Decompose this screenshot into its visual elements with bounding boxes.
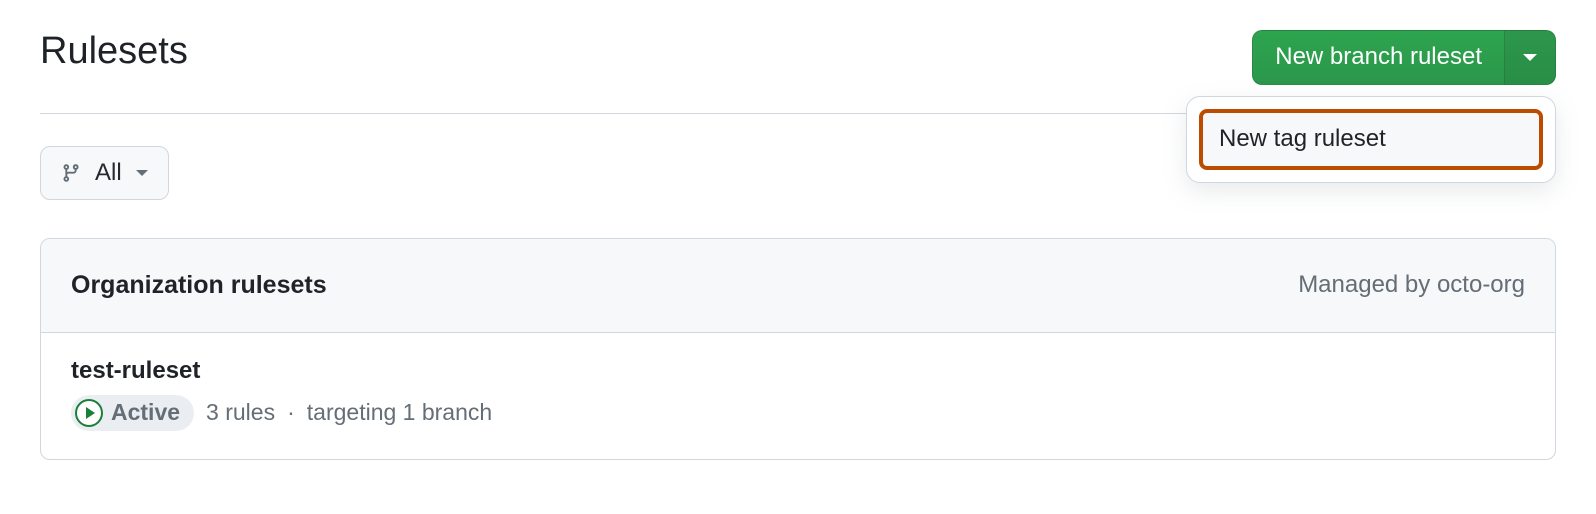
targeting-label: targeting 1 branch: [307, 399, 492, 426]
status-badge: Active: [71, 395, 194, 431]
new-tag-ruleset-menu-item[interactable]: New tag ruleset: [1199, 109, 1543, 170]
rulesets-listing: Organization rulesets Managed by octo-or…: [40, 238, 1556, 460]
listing-managed-by: Managed by octo-org: [1298, 271, 1525, 299]
page-title: Rulesets: [40, 30, 188, 73]
filter-label: All: [95, 159, 122, 187]
listing-header-title: Organization rulesets: [71, 271, 327, 300]
caret-down-icon: [136, 170, 148, 176]
new-ruleset-dropdown-toggle[interactable]: [1504, 30, 1556, 85]
list-item[interactable]: test-ruleset Active 3 rules · targeting …: [41, 333, 1555, 459]
play-icon: [86, 407, 95, 419]
new-ruleset-button-group: New branch ruleset New tag ruleset: [1252, 30, 1556, 85]
ruleset-name: test-ruleset: [71, 357, 1525, 385]
filter-all-button[interactable]: All: [40, 146, 169, 200]
ruleset-meta: Active 3 rules · targeting 1 branch: [71, 395, 1525, 431]
listing-header: Organization rulesets Managed by octo-or…: [41, 239, 1555, 333]
git-branch-icon: [61, 161, 81, 185]
new-branch-ruleset-button[interactable]: New branch ruleset: [1252, 30, 1504, 85]
rules-count: 3 rules: [206, 399, 275, 426]
play-circle-icon: [75, 399, 103, 427]
meta-separator: ·: [287, 399, 295, 426]
caret-down-icon: [1523, 54, 1537, 61]
status-label: Active: [111, 399, 180, 426]
new-ruleset-dropdown-menu: New tag ruleset: [1186, 96, 1556, 183]
